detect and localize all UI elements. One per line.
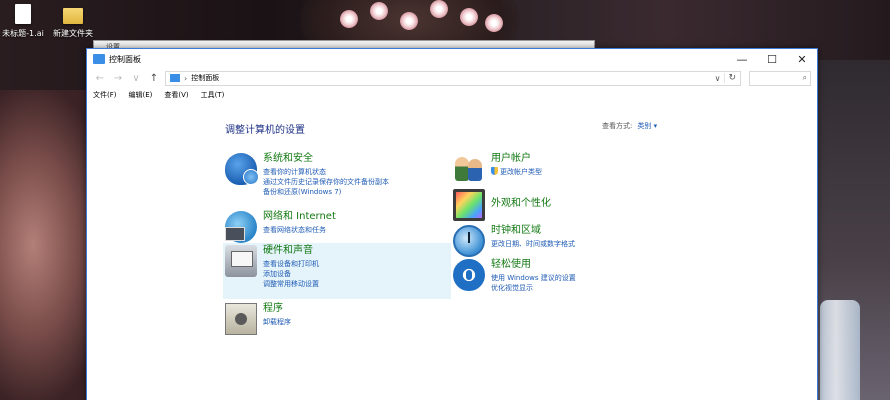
category-title[interactable]: 外观和个性化	[491, 198, 551, 210]
menu-tools[interactable]: 工具(T)	[201, 90, 225, 100]
link-backup-restore[interactable]: 备份和还原(Windows 7)	[263, 187, 389, 197]
up-button[interactable]: ↑	[147, 73, 161, 84]
breadcrumb-separator[interactable]: ›	[184, 74, 187, 83]
clock-globe-icon[interactable]	[453, 225, 485, 257]
link-uninstall-program[interactable]: 卸载程序	[263, 317, 291, 327]
programs-disc-icon[interactable]	[225, 303, 257, 335]
maximize-button[interactable]: ☐	[757, 49, 787, 69]
search-input[interactable]: ⌕	[749, 70, 811, 86]
page-title: 调整计算机的设置	[225, 125, 305, 136]
link-file-history[interactable]: 通过文件历史记录保存你的文件备份副本	[263, 177, 389, 187]
title-bar[interactable]: 控制面板 — ☐ ✕	[87, 49, 817, 69]
category-title[interactable]: 轻松使用	[491, 259, 576, 271]
window-title: 控制面板	[109, 54, 141, 64]
category-title[interactable]: 用户帐户	[491, 153, 542, 165]
link-recommended-settings[interactable]: 使用 Windows 建议的设置	[491, 273, 576, 283]
forward-button[interactable]: →	[111, 73, 125, 84]
menu-edit[interactable]: 编辑(E)	[129, 90, 153, 100]
back-button[interactable]: ←	[93, 73, 107, 84]
menu-file[interactable]: 文件(F)	[93, 90, 117, 100]
category-clock-region: 时钟和区域 更改日期、时间或数字格式	[453, 225, 575, 257]
users-icon[interactable]	[453, 153, 485, 185]
printer-icon[interactable]	[225, 245, 257, 277]
control-panel-window: 控制面板 — ☐ ✕ ← → ∨ ↑ › 控制面板 ∨ ↻ ⌕ 文件(F) 编辑…	[86, 48, 818, 400]
shield-icon[interactable]	[225, 153, 259, 185]
link-mobility-settings[interactable]: 调整常用移动设置	[263, 279, 319, 289]
view-by: 查看方式: 类别 ▾	[602, 121, 657, 131]
category-title[interactable]: 时钟和区域	[491, 225, 575, 237]
desktop-icon-label: 未标题-1.ai	[2, 29, 44, 38]
minimize-button[interactable]: —	[727, 49, 757, 69]
view-by-label: 查看方式:	[602, 122, 633, 130]
link-add-device[interactable]: 添加设备	[263, 269, 319, 279]
desktop-icon-ai-file[interactable]: 未标题-1.ai	[0, 4, 48, 39]
category-programs: 程序 卸载程序	[225, 303, 291, 335]
control-panel-icon	[170, 74, 180, 82]
close-button[interactable]: ✕	[787, 49, 817, 69]
desktop-icon-new-folder[interactable]: 新建文件夹	[48, 4, 98, 39]
document-icon	[15, 4, 31, 24]
menu-bar: 文件(F) 编辑(E) 查看(V) 工具(T)	[87, 87, 817, 103]
category-appearance: 外观和个性化	[453, 189, 551, 221]
main-content: 调整计算机的设置 查看方式: 类别 ▾ 系统和安全 查看你的计算机状态 通过文件历…	[87, 105, 817, 400]
category-system-security: 系统和安全 查看你的计算机状态 通过文件历史记录保存你的文件备份副本 备份和还原…	[225, 153, 389, 197]
wallpaper-bottle	[820, 300, 860, 400]
breadcrumb[interactable]: 控制面板	[191, 73, 710, 83]
category-title[interactable]: 硬件和声音	[263, 245, 319, 257]
link-change-account-type[interactable]: 更改帐户类型	[491, 167, 542, 177]
recent-locations-button[interactable]: ∨	[129, 73, 143, 84]
category-ease-of-access: 轻松使用 使用 Windows 建议的设置 优化视觉显示	[453, 259, 576, 293]
address-bar[interactable]: › 控制面板 ∨ ↻	[165, 70, 741, 86]
desktop-icon-label: 新建文件夹	[53, 29, 93, 38]
ease-of-access-icon[interactable]	[453, 259, 485, 291]
refresh-button[interactable]: ↻	[724, 73, 736, 83]
menu-view[interactable]: 查看(V)	[164, 90, 188, 100]
control-panel-icon	[93, 54, 105, 64]
link-optimize-visual[interactable]: 优化视觉显示	[491, 283, 576, 293]
link-date-time-format[interactable]: 更改日期、时间或数字格式	[491, 239, 575, 249]
monitor-icon[interactable]	[453, 189, 485, 221]
folder-icon	[63, 8, 83, 24]
category-title[interactable]: 网络和 Internet	[263, 211, 336, 223]
link-devices-printers[interactable]: 查看设备和打印机	[263, 259, 319, 269]
uac-shield-icon	[491, 167, 498, 175]
wallpaper-flowers	[330, 0, 510, 40]
network-globe-icon[interactable]	[225, 211, 257, 243]
search-icon: ⌕	[802, 73, 807, 82]
link-view-computer-status[interactable]: 查看你的计算机状态	[263, 167, 389, 177]
category-title[interactable]: 系统和安全	[263, 153, 389, 165]
category-hardware-sound: 硬件和声音 查看设备和打印机 添加设备 调整常用移动设置	[223, 243, 451, 299]
address-dropdown-button[interactable]: ∨	[715, 74, 721, 83]
category-title[interactable]: 程序	[263, 303, 291, 315]
address-toolbar: ← → ∨ ↑ › 控制面板 ∨ ↻ ⌕	[87, 69, 817, 87]
category-network-internet: 网络和 Internet 查看网络状态和任务	[225, 211, 336, 243]
link-network-status[interactable]: 查看网络状态和任务	[263, 225, 336, 235]
category-user-accounts: 用户帐户 更改帐户类型	[453, 153, 542, 185]
view-by-dropdown[interactable]: 类别 ▾	[637, 122, 657, 130]
